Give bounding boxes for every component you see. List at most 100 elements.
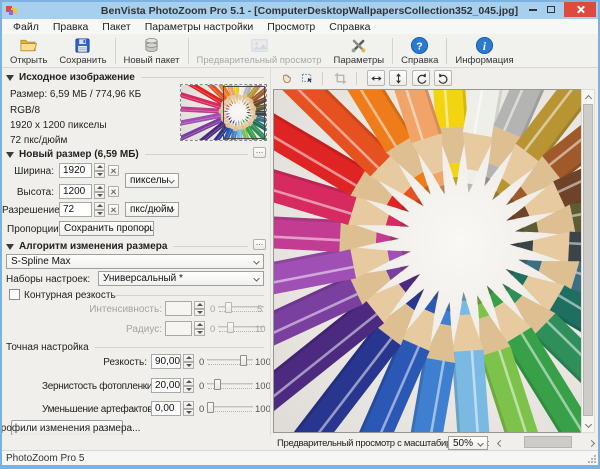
- height-reset-button[interactable]: [108, 186, 119, 197]
- artifact-reduction-max: 100: [255, 404, 271, 415]
- sharpness-field[interactable]: 90,00: [151, 354, 181, 369]
- settings-tools-icon: [349, 36, 368, 55]
- artifact-reduction-stepper[interactable]: [183, 401, 194, 416]
- info-button[interactable]: i Информация: [449, 35, 519, 67]
- flip-vertical-button[interactable]: [389, 70, 407, 86]
- slider-handle[interactable]: [214, 379, 221, 390]
- section-algorithm[interactable]: Алгоритм изменения размера: [6, 241, 264, 252]
- rotate-cw-button[interactable]: [434, 70, 452, 86]
- resolution-field[interactable]: 72: [59, 202, 92, 217]
- spin-down-icon[interactable]: [183, 362, 194, 370]
- resolution-reset-button[interactable]: [108, 204, 119, 215]
- width-stepper[interactable]: [94, 163, 105, 178]
- chevron-right-icon: [588, 439, 595, 446]
- save-button[interactable]: Сохранить: [53, 35, 112, 67]
- spin-up-icon[interactable]: [94, 163, 105, 171]
- maximize-button[interactable]: [544, 2, 558, 17]
- menu-file[interactable]: Файл: [6, 21, 46, 33]
- sharpness-stepper[interactable]: [183, 354, 194, 369]
- window-title: BenVista PhotoZoom Pro 5.1 - [ComputerDe…: [21, 5, 598, 17]
- menu-edit[interactable]: Правка: [46, 21, 95, 33]
- spin-up-icon: [194, 301, 205, 309]
- thumbnail-selection-rect[interactable]: [223, 86, 265, 139]
- radius-field: [165, 321, 192, 336]
- unsharp-checkbox[interactable]: [9, 289, 20, 300]
- zoom-bar: Предварительный просмотр с масштабирован…: [2, 435, 598, 451]
- resize-grip[interactable]: [588, 455, 596, 463]
- width-field[interactable]: 1920: [59, 163, 92, 178]
- section-new-size[interactable]: Новый размер (6,59 МБ): [6, 149, 264, 160]
- scroll-right-button[interactable]: [586, 436, 600, 450]
- resolution-stepper[interactable]: [94, 202, 105, 217]
- toolbar-separator: [115, 38, 116, 64]
- spin-down-icon[interactable]: [183, 409, 194, 417]
- open-button[interactable]: Открыть: [4, 35, 53, 67]
- crop-tool-button: [331, 70, 349, 86]
- film-grain-slider[interactable]: [207, 379, 253, 390]
- film-grain-stepper[interactable]: [183, 378, 194, 393]
- proportions-dropdown[interactable]: Сохранить пропорции: [59, 221, 154, 236]
- slider-handle[interactable]: [207, 402, 214, 413]
- source-mode: RGB/8: [10, 105, 40, 116]
- source-size: Размер: 6,59 МБ / 774,96 КБ: [10, 89, 141, 100]
- algorithm-dropdown[interactable]: S-Spline Max: [6, 254, 264, 269]
- dpi-unit-dropdown[interactable]: пкс/дюйм: [125, 202, 179, 217]
- spin-up-icon[interactable]: [94, 184, 105, 192]
- scroll-up-button[interactable]: [582, 90, 594, 103]
- film-grain-field[interactable]: 20,00: [151, 378, 181, 393]
- spin-down-icon[interactable]: [94, 192, 105, 200]
- width-reset-button[interactable]: [108, 165, 119, 176]
- artifact-reduction-field[interactable]: 0,00: [151, 401, 181, 416]
- new-size-more-button[interactable]: [253, 147, 266, 158]
- scroll-left-button[interactable]: [492, 436, 506, 450]
- radius-max: 10: [255, 324, 266, 335]
- spin-up-icon[interactable]: [183, 354, 194, 362]
- slider-handle[interactable]: [240, 355, 247, 366]
- rotate-ccw-button[interactable]: [412, 70, 430, 86]
- batch-preview-button: Предварительный просмотр: [191, 35, 328, 67]
- artifact-reduction-slider[interactable]: [207, 402, 253, 413]
- rotate-ccw-icon: [415, 72, 428, 85]
- section-fine-tuning[interactable]: Точная настройка: [6, 342, 264, 353]
- flip-horizontal-button[interactable]: [367, 70, 385, 86]
- section-source-image[interactable]: Исходное изображение: [6, 72, 264, 83]
- preview-image-area[interactable]: [273, 89, 583, 433]
- scroll-down-button[interactable]: [582, 419, 594, 432]
- minimize-button[interactable]: [526, 2, 540, 17]
- algorithm-more-button[interactable]: [253, 239, 266, 250]
- radius-label: Радиус:: [57, 324, 162, 335]
- menu-view[interactable]: Просмотр: [260, 21, 322, 33]
- height-stepper[interactable]: [94, 184, 105, 199]
- spin-up-icon[interactable]: [94, 202, 105, 210]
- pan-tool-button[interactable]: [277, 70, 295, 86]
- options-button[interactable]: Параметры: [328, 35, 391, 67]
- menu-help[interactable]: Справка: [322, 21, 377, 33]
- zoom-select-tool-button[interactable]: [298, 70, 316, 86]
- new-batch-button[interactable]: Новый пакет: [118, 35, 186, 67]
- divider: [114, 295, 264, 296]
- pixel-unit-dropdown[interactable]: пикселы: [125, 173, 179, 188]
- slider-handle: [227, 322, 234, 333]
- spin-down-icon[interactable]: [94, 210, 105, 218]
- horizontal-scroll-thumb[interactable]: [524, 436, 572, 448]
- height-field[interactable]: 1200: [59, 184, 92, 199]
- resize-profiles-button[interactable]: Профили изменения размера...: [11, 420, 123, 436]
- menu-settings[interactable]: Параметры настройки: [138, 21, 261, 33]
- chevron-down-icon: [477, 440, 483, 446]
- sharpness-slider[interactable]: [207, 355, 253, 366]
- vertical-scroll-thumb[interactable]: [583, 104, 593, 416]
- flip-vertical-icon: [392, 72, 405, 85]
- spin-down-icon[interactable]: [94, 171, 105, 179]
- spin-up-icon[interactable]: [183, 378, 194, 386]
- spin-down-icon[interactable]: [183, 386, 194, 394]
- spin-up-icon[interactable]: [183, 401, 194, 409]
- help-button[interactable]: ? Справка: [395, 35, 444, 67]
- menu-batch[interactable]: Пакет: [95, 21, 137, 33]
- close-button[interactable]: [564, 2, 596, 17]
- source-thumbnail[interactable]: [180, 84, 267, 141]
- intensity-min: 0: [210, 304, 215, 315]
- zoom-level-dropdown[interactable]: 50%: [448, 436, 488, 450]
- vertical-scrollbar[interactable]: [581, 89, 595, 433]
- close-icon: [576, 5, 585, 14]
- presets-dropdown[interactable]: Универсальный *: [98, 271, 264, 286]
